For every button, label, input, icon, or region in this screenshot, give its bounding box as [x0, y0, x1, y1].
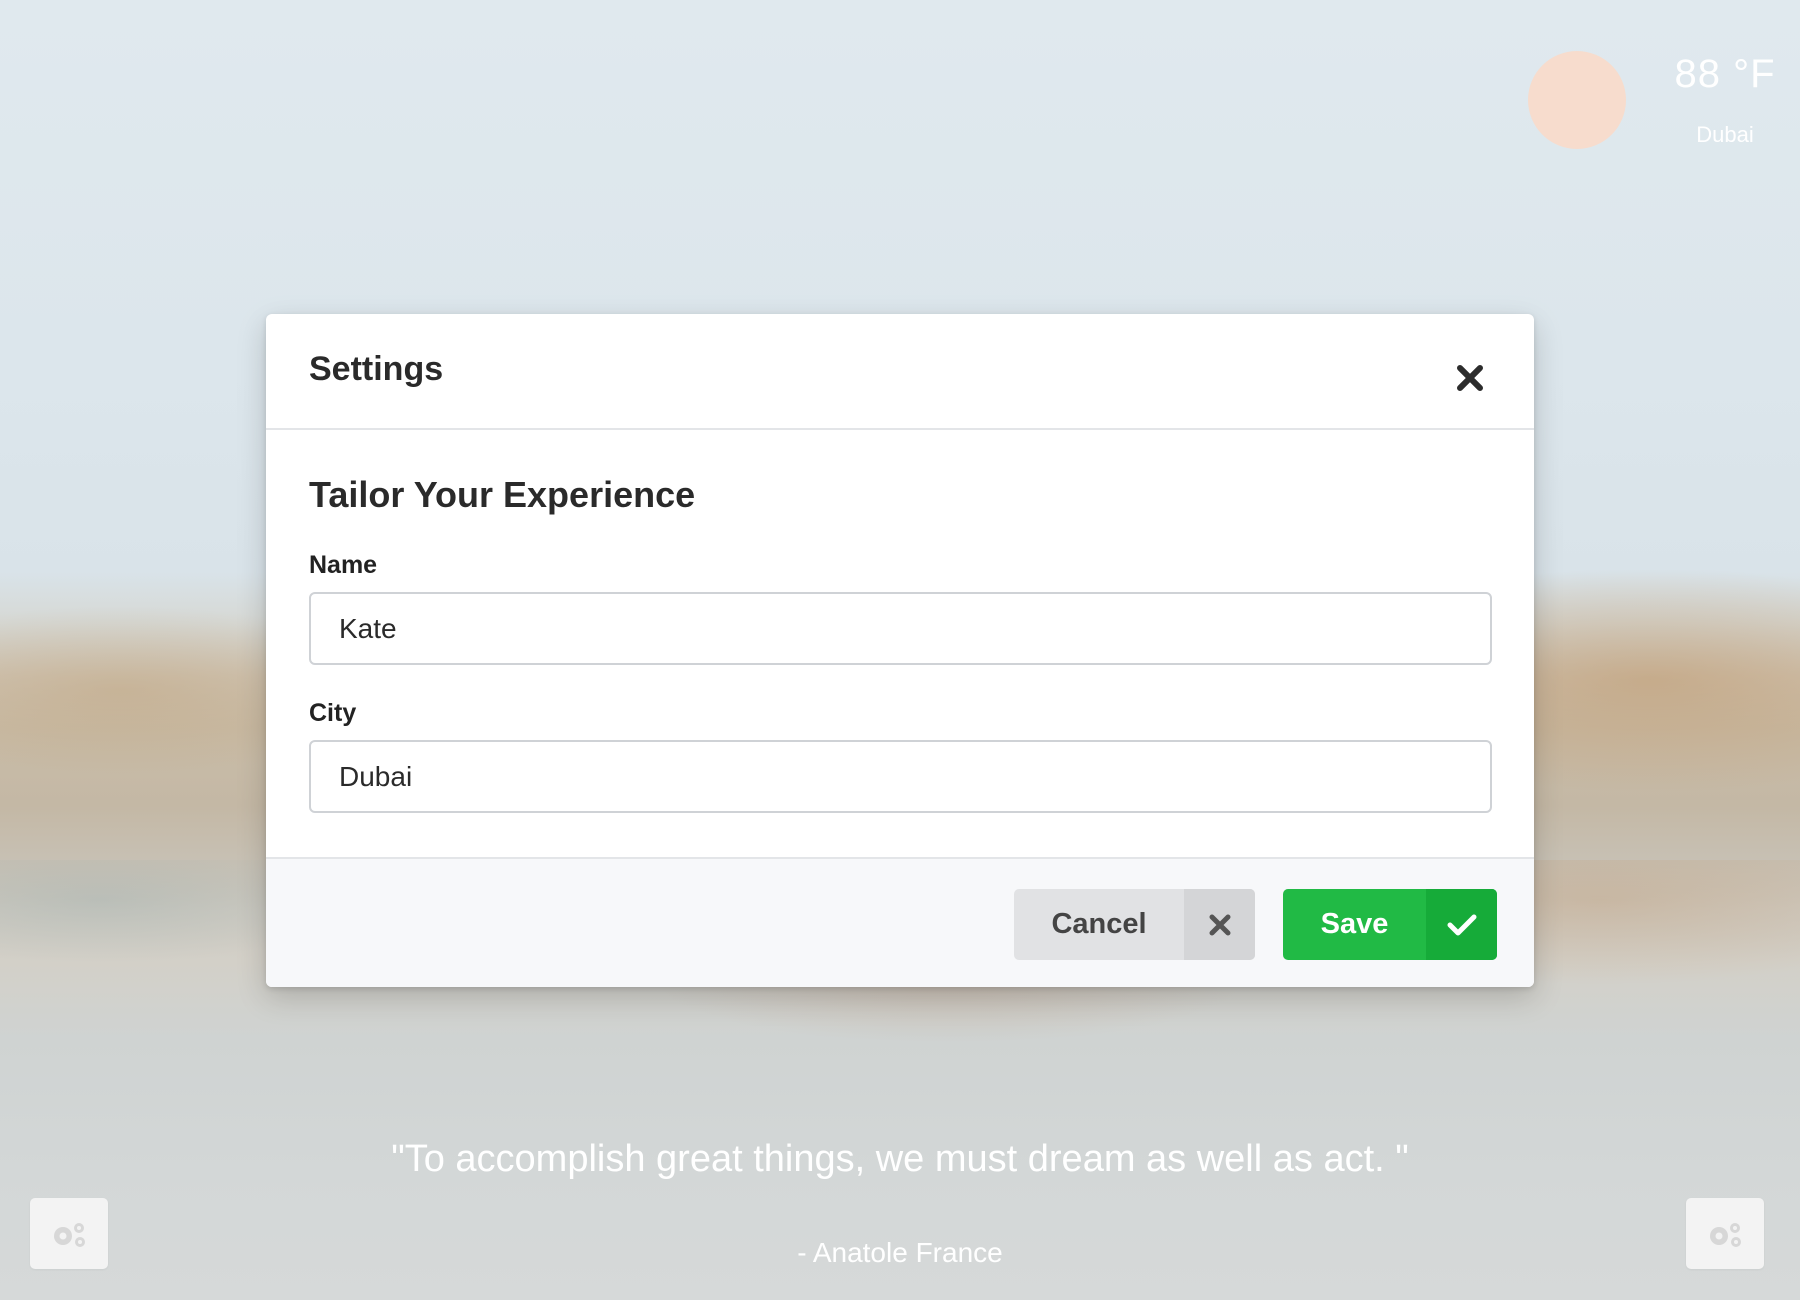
close-icon — [1457, 365, 1483, 391]
cancel-button-label: Cancel — [1051, 908, 1147, 940]
cancel-button[interactable]: Cancel — [1014, 889, 1255, 960]
city-label: City — [309, 699, 357, 727]
cancel-icon-section — [1184, 889, 1255, 960]
modal-header: Settings — [266, 314, 1534, 430]
quote-author: - Anatole France — [797, 1237, 1003, 1268]
checkmark-icon — [1447, 914, 1476, 935]
gears-icon — [54, 1222, 85, 1247]
save-icon-section — [1426, 889, 1497, 960]
section-heading: Tailor Your Experience — [309, 474, 696, 515]
save-button-label: Save — [1320, 908, 1389, 940]
city-input[interactable] — [309, 740, 1492, 813]
modal-title: Settings — [309, 350, 444, 388]
close-modal-button[interactable] — [1450, 358, 1490, 398]
close-icon — [1209, 914, 1230, 935]
name-label: Name — [309, 551, 378, 579]
modal-footer: Cancel Save — [266, 857, 1534, 987]
quote-text: "To accomplish great things, we must dre… — [391, 1138, 1409, 1180]
settings-button-left[interactable] — [30, 1198, 108, 1269]
name-input[interactable] — [309, 592, 1492, 665]
sun-icon — [1528, 51, 1626, 149]
temperature-readout: 88 °F — [1674, 52, 1776, 96]
settings-button-right[interactable] — [1686, 1198, 1764, 1269]
settings-modal: Settings Tailor Your Experience Name Cit… — [266, 314, 1534, 987]
weather-city: Dubai — [1696, 122, 1754, 147]
gears-icon — [1710, 1222, 1741, 1247]
save-button[interactable]: Save — [1283, 889, 1497, 960]
